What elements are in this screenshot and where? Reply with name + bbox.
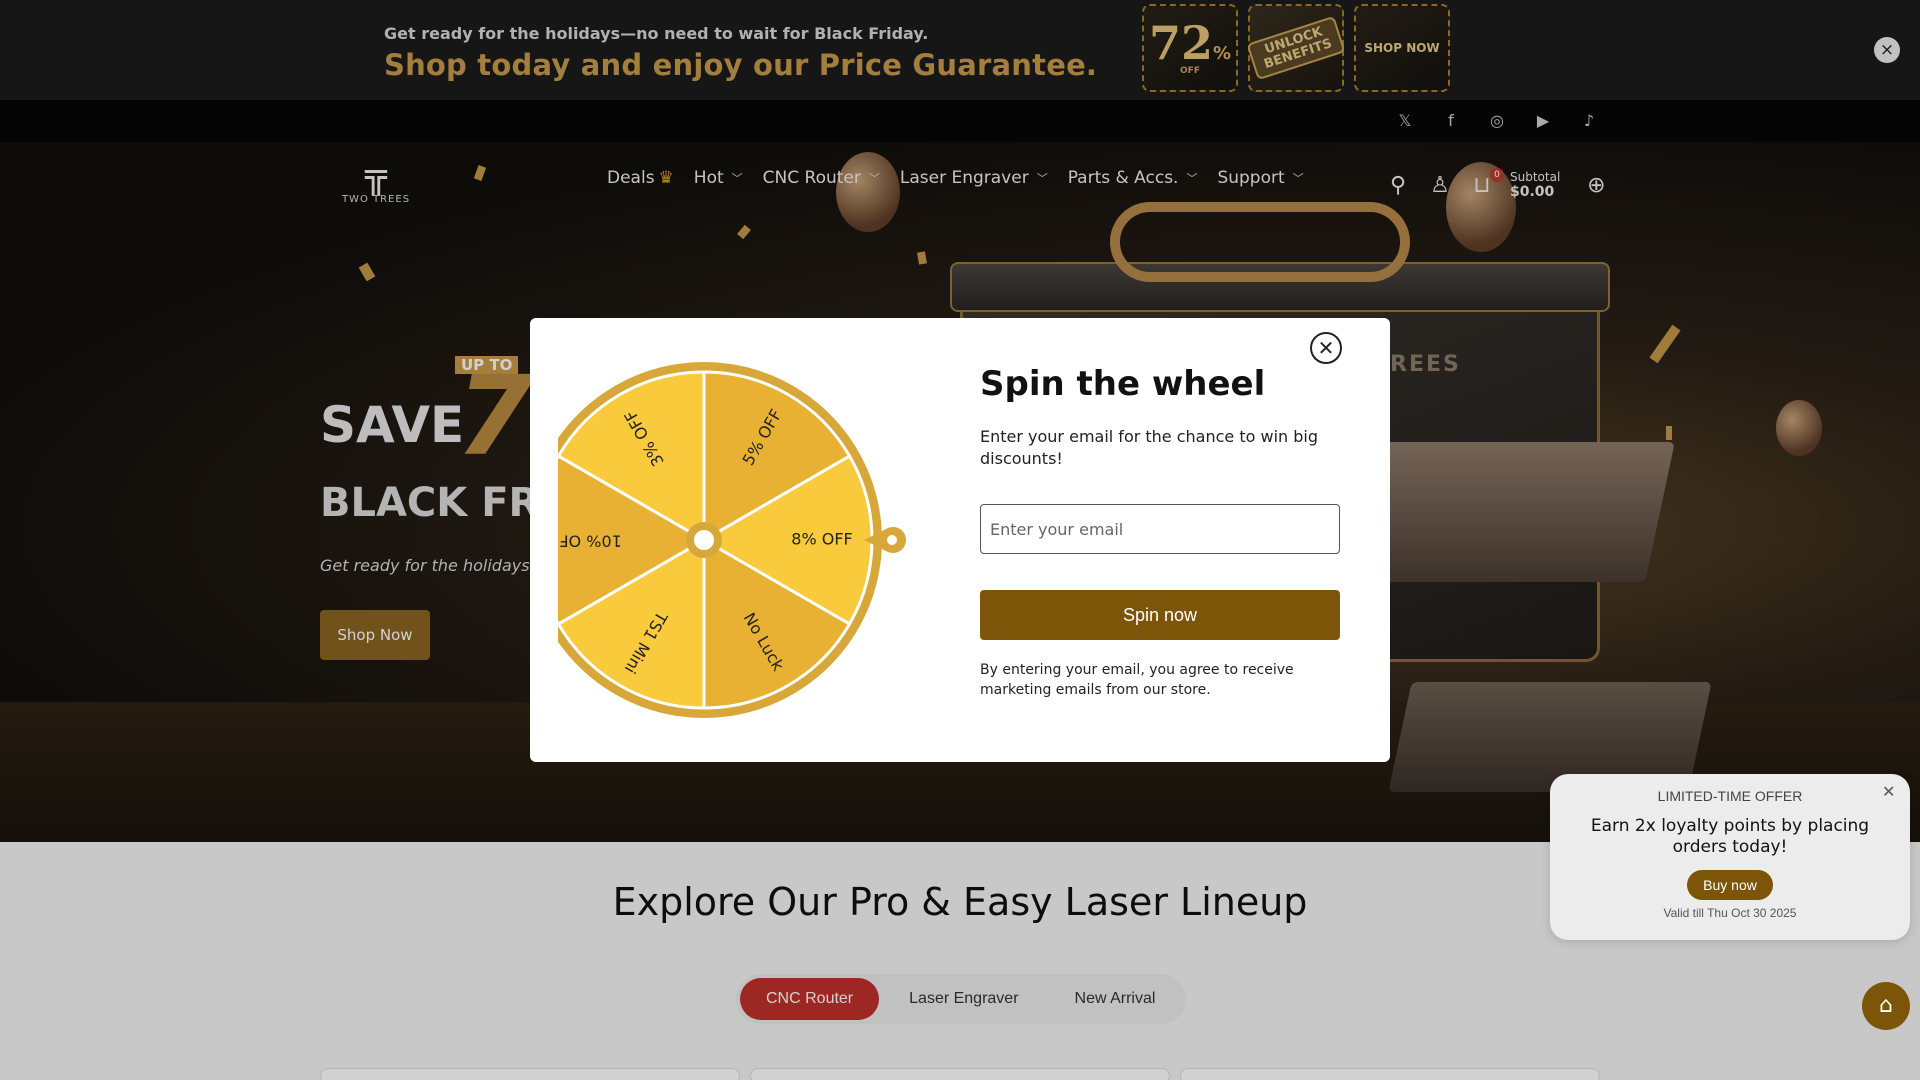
loyalty-popup: ✕ LIMITED-TIME OFFER Earn 2x loyalty poi… [1550, 774, 1910, 940]
prize-wheel-graphic: 8% OFFNo LuckTS1 Mini10% OFF3% OFF5% OFF [526, 362, 906, 718]
loyalty-heading: LIMITED-TIME OFFER [1657, 788, 1803, 804]
wheel-segment-label: 8% OFF [791, 530, 852, 549]
loyalty-close-icon[interactable]: ✕ [1882, 782, 1895, 801]
loyalty-valid-text: Valid till Thu Oct 30 2025 [1663, 906, 1797, 920]
modal-title: Spin the wheel [980, 364, 1266, 404]
spin-wheel-modal: 8% OFFNo LuckTS1 Mini10% OFF3% OFF5% OFF… [526, 318, 1390, 762]
wheel-segment-label: 10% OFF [558, 532, 622, 551]
close-icon[interactable]: ✕ [1310, 332, 1342, 364]
buy-now-button[interactable]: Buy now [1687, 870, 1773, 900]
modal-legal-text: By entering your email, you agree to rec… [980, 662, 1294, 698]
wheel-pointer-dot [887, 535, 897, 545]
prize-wheel: 8% OFFNo LuckTS1 Mini10% OFF3% OFF5% OFF [526, 362, 938, 722]
gift-icon[interactable]: ⌂ [1862, 982, 1910, 1030]
modal-description: Enter your email for the chance to win b… [980, 427, 1319, 468]
spin-now-button[interactable]: Spin now [980, 590, 1340, 640]
email-field[interactable] [980, 504, 1340, 554]
wheel-hub [686, 522, 722, 558]
loyalty-message: Earn 2x loyalty points by placing orders… [1590, 816, 1870, 857]
